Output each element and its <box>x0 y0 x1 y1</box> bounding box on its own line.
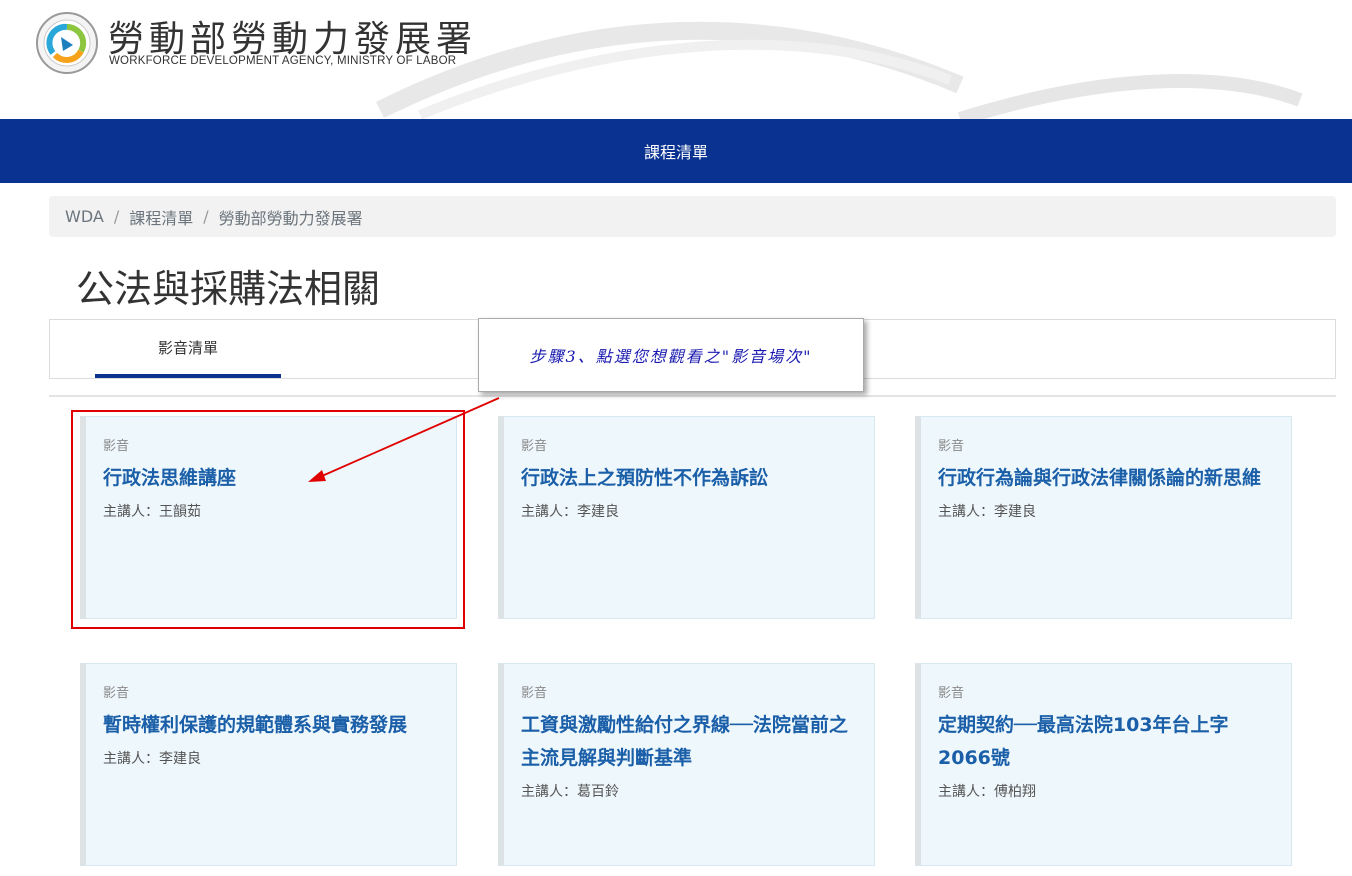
card-type-label: 影音 <box>521 686 548 701</box>
card-title-link[interactable]: 行政行為論與行政法律關係論的新思維 <box>938 462 1273 495</box>
card-title-link[interactable]: 暫時權利保護的規範體系與實務發展 <box>103 709 438 742</box>
card-speaker: 主講人：李建良 <box>938 504 1036 520</box>
page-title: 公法與採購法相關 <box>76 267 381 311</box>
card-type-label: 影音 <box>938 686 965 701</box>
card-speaker: 主講人：葛百鈴 <box>521 784 619 800</box>
card-type-label: 影音 <box>103 686 130 701</box>
video-card-4[interactable]: 影音 暫時權利保護的規範體系與實務發展 主講人：李建良 <box>80 663 457 866</box>
main-navbar: 課程清單 <box>0 119 1352 183</box>
site-header: 勞動部勞動力發展署 WORKFORCE DEVELOPMENT AGENCY, … <box>0 0 1352 119</box>
nav-course-list-link[interactable]: 課程清單 <box>644 139 708 163</box>
breadcrumb-separator: / <box>203 207 209 226</box>
card-type-label: 影音 <box>938 439 965 454</box>
video-card-1[interactable]: 影音 行政法思維講座 主講人：王韻茹 <box>80 416 457 619</box>
card-title-link[interactable]: 行政法上之預防性不作為訴訟 <box>521 462 856 495</box>
annotation-callout: 步驟3、點選您想觀看之"影音場次" <box>478 318 864 392</box>
card-title-link[interactable]: 行政法思維講座 <box>103 462 438 495</box>
section-divider <box>49 395 1336 397</box>
breadcrumb-item-course-list[interactable]: 課程清單 <box>129 205 193 229</box>
wda-logo-icon[interactable] <box>35 11 99 75</box>
breadcrumb-separator: / <box>113 207 120 226</box>
breadcrumb-item-current: 勞動部勞動力發展署 <box>218 208 363 228</box>
card-title-link[interactable]: 工資與激勵性給付之界線──法院當前之主流見解與判斷基準 <box>521 709 856 775</box>
agency-subtitle: WORKFORCE DEVELOPMENT AGENCY, MINISTRY O… <box>109 55 457 67</box>
card-speaker: 主講人：王韻茹 <box>103 504 201 520</box>
card-speaker: 主講人：李建良 <box>521 504 619 520</box>
video-card-3[interactable]: 影音 行政行為論與行政法律關係論的新思維 主講人：李建良 <box>915 416 1292 619</box>
card-speaker: 主講人：傅柏翔 <box>938 784 1036 800</box>
card-title-link[interactable]: 定期契約──最高法院103年台上字2066號 <box>938 709 1273 775</box>
card-type-label: 影音 <box>103 439 130 454</box>
video-card-6[interactable]: 影音 定期契約──最高法院103年台上字2066號 主講人：傅柏翔 <box>915 663 1292 866</box>
video-card-2[interactable]: 影音 行政法上之預防性不作為訴訟 主講人：李建良 <box>498 416 875 619</box>
card-type-label: 影音 <box>521 439 548 454</box>
card-speaker: 主講人：李建良 <box>103 751 201 767</box>
tab-video-list[interactable]: 影音清單 <box>95 320 281 378</box>
breadcrumb: WDA / 課程清單 / 勞動部勞動力發展署 <box>49 196 1336 237</box>
breadcrumb-item-wda[interactable]: WDA <box>65 207 104 226</box>
video-card-5[interactable]: 影音 工資與激勵性給付之界線──法院當前之主流見解與判斷基準 主講人：葛百鈴 <box>498 663 875 866</box>
